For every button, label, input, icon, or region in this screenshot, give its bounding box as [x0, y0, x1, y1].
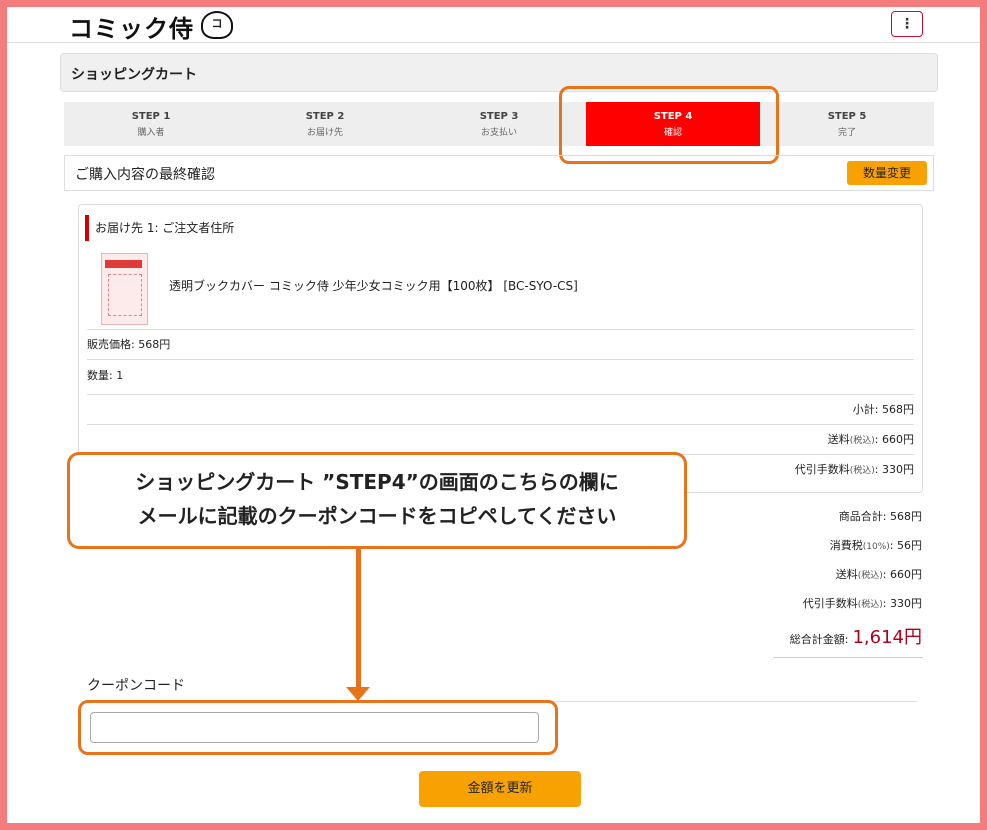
summary-cod-fee: 代引手数料(税込): 330円: [803, 595, 922, 611]
total-label: 総合計金額:: [789, 633, 849, 646]
unit-price: 販売価格: 568円: [87, 338, 171, 351]
coupon-label: クーポンコード: [87, 678, 185, 694]
divider: [87, 394, 914, 395]
callout-line-1: ショッピングカート ”STEP4”の画面のこちらの欄に: [135, 470, 619, 494]
callout-line-2: メールに記載のクーポンコードをコピペしてください: [137, 504, 617, 528]
step-label: 購入者: [137, 128, 165, 138]
step-1: STEP 1 購入者: [64, 102, 238, 146]
order-details: お届け先 1: ご注文者住所 透明ブックカバー コミック侍 少年少女コミック用【…: [78, 204, 923, 493]
shipping-label: 送料: [827, 433, 850, 446]
shipping-label: 送料: [835, 568, 858, 581]
quantity: 数量: 1: [87, 369, 124, 382]
step-label: 完了: [837, 128, 856, 138]
tax-note: (税込): [857, 571, 883, 581]
product-name: 透明ブックカバー コミック侍 少年少女コミック用【100枚】 [BC-SYO-C…: [169, 279, 578, 293]
page-header: ショッピングカート: [60, 53, 938, 92]
confirm-title: ご購入内容の最終確認: [75, 167, 215, 183]
shipping-value: : 660円: [874, 433, 914, 446]
divider: [87, 359, 914, 360]
product-image-illustration: [108, 274, 142, 316]
cod-label: 代引手数料: [794, 463, 850, 476]
order-cod-fee: 代引手数料(税込): 330円: [795, 461, 914, 477]
cod-value: : 330円: [882, 597, 922, 610]
update-amount-button[interactable]: 金額を更新: [419, 771, 581, 807]
top-bar: コミック侍 コ ⋮: [7, 7, 980, 43]
arrow-shaft: [356, 549, 361, 689]
divider: [87, 424, 914, 425]
subtotal: 小計: 568円: [852, 403, 914, 416]
goods-total: 商品合計: 568円: [838, 510, 922, 523]
confirm-header: ご購入内容の最終確認 数量変更: [64, 155, 934, 191]
destination-label: お届け先 1: ご注文者住所: [85, 215, 234, 241]
tax-rate: (10%): [862, 542, 890, 552]
coupon-code-input[interactable]: [90, 712, 539, 743]
page-frame: コミック侍 コ ⋮ ショッピングカート STEP 1 購入者 STEP 2 お届…: [7, 7, 980, 823]
consumption-tax: 消費税(10%): 56円: [830, 537, 922, 553]
total-value: 1,614円: [852, 627, 922, 648]
tax-note: (税込): [849, 466, 875, 476]
step-number: STEP 5: [827, 111, 867, 122]
divider: [773, 657, 923, 658]
step-2: STEP 2 お届け先: [238, 102, 412, 146]
site-logo[interactable]: コミック侍: [69, 9, 194, 44]
grand-total: 総合計金額: 1,614円: [790, 623, 922, 649]
arrow-down-icon: [346, 687, 370, 701]
shipping-value: : 660円: [882, 568, 922, 581]
step4-highlight-frame: [559, 86, 779, 164]
cod-value: : 330円: [874, 463, 914, 476]
divider: [87, 329, 914, 330]
order-shipping: 送料(税込): 660円: [828, 431, 914, 447]
page-title: ショッピングカート: [71, 67, 197, 83]
change-quantity-button[interactable]: 数量変更: [847, 161, 927, 185]
step-number: STEP 2: [305, 111, 345, 122]
step-label: お届け先: [306, 128, 343, 138]
tax-value: : 56円: [889, 539, 922, 552]
tax-note: (税込): [849, 436, 875, 446]
cod-label: 代引手数料: [802, 597, 858, 610]
tax-note: (税込): [857, 600, 883, 610]
menu-button[interactable]: ⋮: [891, 11, 923, 37]
checkout-steps: STEP 1 購入者 STEP 2 お届け先 STEP 3 お支払い STEP …: [64, 102, 934, 146]
instruction-callout: ショッピングカート ”STEP4”の画面のこちらの欄に メールに記載のクーポンコ…: [67, 452, 687, 549]
product-image[interactable]: [101, 253, 148, 325]
step-number: STEP 1: [131, 111, 171, 122]
samurai-mascot-icon: コ: [201, 11, 233, 39]
summary-shipping: 送料(税込): 660円: [836, 566, 922, 582]
tax-label: 消費税: [829, 539, 863, 552]
product-image-banner: [105, 260, 142, 268]
step-5: STEP 5 完了: [760, 102, 934, 146]
